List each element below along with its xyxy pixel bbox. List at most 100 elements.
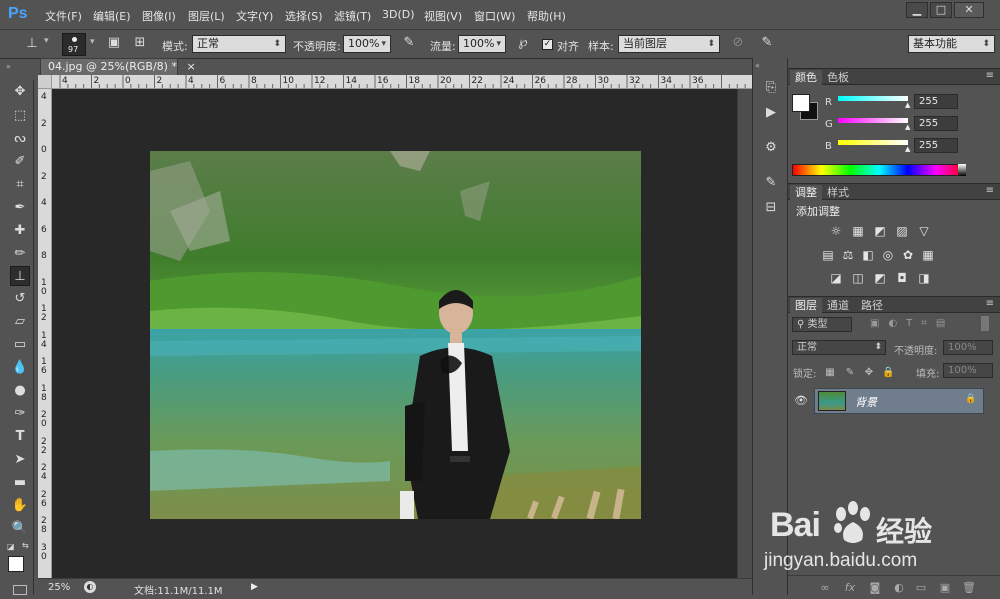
tab-swatches[interactable]: 色板 xyxy=(822,70,854,85)
slider-handle-icon[interactable]: ▲ xyxy=(905,145,910,153)
type-tool-icon[interactable]: T xyxy=(10,427,30,447)
fill-field[interactable]: 100% xyxy=(943,363,993,378)
blur-tool-icon[interactable]: 💧 xyxy=(10,358,30,378)
pressure-opacity-icon[interactable]: ✎ xyxy=(399,33,419,53)
close-button[interactable]: ✕ xyxy=(954,2,984,18)
channel-g-slider[interactable] xyxy=(838,118,908,123)
tab-styles[interactable]: 样式 xyxy=(822,185,854,200)
document-tab[interactable]: 04.jpg @ 25%(RGB/8) * × xyxy=(40,58,196,75)
brush-tool-icon[interactable]: ✏ xyxy=(10,244,30,264)
black-white-icon[interactable]: ◧ xyxy=(860,248,876,262)
history-panel-icon[interactable]: ⎘ xyxy=(761,78,781,98)
workspace-select[interactable]: 基本功能 ⬍ xyxy=(908,35,995,53)
exposure-icon[interactable]: ▨ xyxy=(894,224,910,238)
actions-panel-icon[interactable]: ▶ xyxy=(761,103,781,123)
document-tab-close-icon[interactable]: × xyxy=(186,60,195,73)
pen-tool-icon[interactable]: ✑ xyxy=(10,404,30,424)
clone-source-panel-icon[interactable]: ⊞ xyxy=(130,33,150,53)
color-lookup-icon[interactable]: ▦ xyxy=(920,248,936,262)
menu-select[interactable]: 选择(S) xyxy=(285,8,323,24)
mode-select[interactable]: 正常 ⬍ xyxy=(192,35,286,53)
curves-icon[interactable]: ◩ xyxy=(872,224,888,238)
path-selection-tool-icon[interactable]: ➤ xyxy=(10,450,30,470)
menu-help[interactable]: 帮助(H) xyxy=(527,8,566,24)
foreground-color-swatch[interactable] xyxy=(8,556,24,572)
shape-tool-icon[interactable]: ▬ xyxy=(10,473,30,493)
tab-channels[interactable]: 通道 xyxy=(822,298,854,313)
default-colors-icon[interactable]: ◪ xyxy=(7,542,17,551)
channel-r-slider[interactable] xyxy=(838,96,908,101)
levels-icon[interactable]: ▦ xyxy=(850,224,866,238)
blend-mode-select[interactable]: 正常 ⬍ xyxy=(792,340,886,355)
tab-paths[interactable]: 路径 xyxy=(856,298,888,313)
selective-color-icon[interactable]: ◘ xyxy=(894,271,910,285)
invert-icon[interactable]: ◪ xyxy=(828,271,844,285)
panel-menu-icon[interactable]: ≡ xyxy=(986,70,994,81)
ignore-adjustment-layers-icon[interactable]: ⊘ xyxy=(728,33,748,53)
channel-r-value[interactable]: 255 xyxy=(914,94,958,109)
lock-all-icon[interactable]: 🔒 xyxy=(882,367,894,379)
brush-presets-panel-icon[interactable]: ✎ xyxy=(761,173,781,193)
ruler-origin[interactable] xyxy=(38,75,52,89)
posterize-icon[interactable]: ◫ xyxy=(850,271,866,285)
tab-adjustments[interactable]: 调整 xyxy=(790,185,822,200)
menu-type[interactable]: 文字(Y) xyxy=(236,8,273,24)
pressure-size-icon[interactable]: ✎ xyxy=(757,33,777,53)
swap-colors-icon[interactable]: ⇆ xyxy=(22,541,32,550)
history-brush-tool-icon[interactable]: ↺ xyxy=(10,289,30,309)
share-icon[interactable]: ◐ xyxy=(84,581,96,593)
tab-color[interactable]: 颜色 xyxy=(790,70,822,85)
layer-filter-select[interactable]: ⚲ 类型 xyxy=(792,317,852,332)
color-foreground-swatch[interactable] xyxy=(792,94,810,112)
healing-brush-tool-icon[interactable]: ✚ xyxy=(10,221,30,241)
menu-layer[interactable]: 图层(L) xyxy=(188,8,225,24)
toggle-brush-panel-icon[interactable]: ▣ xyxy=(104,33,124,53)
gradient-tool-icon[interactable]: ▭ xyxy=(10,335,30,355)
vibrance-icon[interactable]: ▽ xyxy=(916,224,932,238)
menu-image[interactable]: 图像(I) xyxy=(142,8,176,24)
color-balance-icon[interactable]: ⚖ xyxy=(840,248,856,262)
channel-g-value[interactable]: 255 xyxy=(914,116,958,131)
marquee-tool-icon[interactable]: ⬚ xyxy=(10,106,30,126)
airbrush-icon[interactable]: ℘ xyxy=(513,33,533,53)
brightness-contrast-icon[interactable]: ☼ xyxy=(828,224,844,238)
menu-view[interactable]: 视图(V) xyxy=(424,8,462,24)
channel-b-slider[interactable] xyxy=(838,140,908,145)
gradient-map-icon[interactable]: ◨ xyxy=(916,271,932,285)
panel-menu-icon[interactable]: ≡ xyxy=(986,298,994,309)
dock-collapse-icon[interactable]: « xyxy=(755,61,760,70)
clone-stamp-tool-icon[interactable]: ⊥ xyxy=(10,266,30,286)
threshold-icon[interactable]: ◩ xyxy=(872,271,888,285)
clone-stamp-tool-preset-icon[interactable]: ⊥ xyxy=(22,34,42,54)
crop-tool-icon[interactable]: ⌗ xyxy=(10,175,30,195)
properties-panel-icon[interactable]: ⚙ xyxy=(761,138,781,158)
status-menu-arrow-icon[interactable]: ▶ xyxy=(251,582,258,592)
hue-saturation-icon[interactable]: ▤ xyxy=(820,248,836,262)
opacity-field[interactable]: 100% ▾ xyxy=(343,35,391,53)
panel-menu-icon[interactable]: ≡ xyxy=(986,185,994,196)
tool-preset-dropdown-icon[interactable]: ▾ xyxy=(44,36,49,46)
layer-name[interactable]: 背景 xyxy=(855,394,877,410)
menu-3d[interactable]: 3D(D) xyxy=(382,8,415,21)
layer-row-background[interactable]: 背景 🔒 xyxy=(814,388,984,414)
layer-visibility-eye-icon[interactable]: 👁 xyxy=(794,394,808,407)
channel-b-value[interactable]: 255 xyxy=(914,138,958,153)
minimize-button[interactable]: ▁ xyxy=(906,2,928,18)
lasso-tool-icon[interactable]: ᔓ xyxy=(10,129,30,149)
lock-image-icon[interactable]: ✎ xyxy=(844,367,856,379)
menu-file[interactable]: 文件(F) xyxy=(45,8,82,24)
maximize-button[interactable]: □ xyxy=(930,2,952,18)
filter-toggle[interactable] xyxy=(981,316,989,331)
photo-filter-icon[interactable]: ◎ xyxy=(880,248,896,262)
quick-selection-tool-icon[interactable]: ✐ xyxy=(10,152,30,172)
slider-handle-icon[interactable]: ▲ xyxy=(905,101,910,109)
menu-edit[interactable]: 编辑(E) xyxy=(93,8,131,24)
zoom-tool-icon[interactable]: 🔍 xyxy=(10,519,30,539)
slider-handle-icon[interactable]: ▲ xyxy=(905,123,910,131)
brush-dropdown-icon[interactable]: ▾ xyxy=(90,37,95,47)
quick-mask-icon[interactable] xyxy=(13,585,27,595)
spectrum-bw-ramp[interactable] xyxy=(958,164,966,176)
sample-select[interactable]: 当前图层 ⬍ xyxy=(618,35,720,53)
zoom-level[interactable]: 25% xyxy=(48,582,70,593)
move-tool-icon[interactable]: ✥ xyxy=(10,82,30,102)
